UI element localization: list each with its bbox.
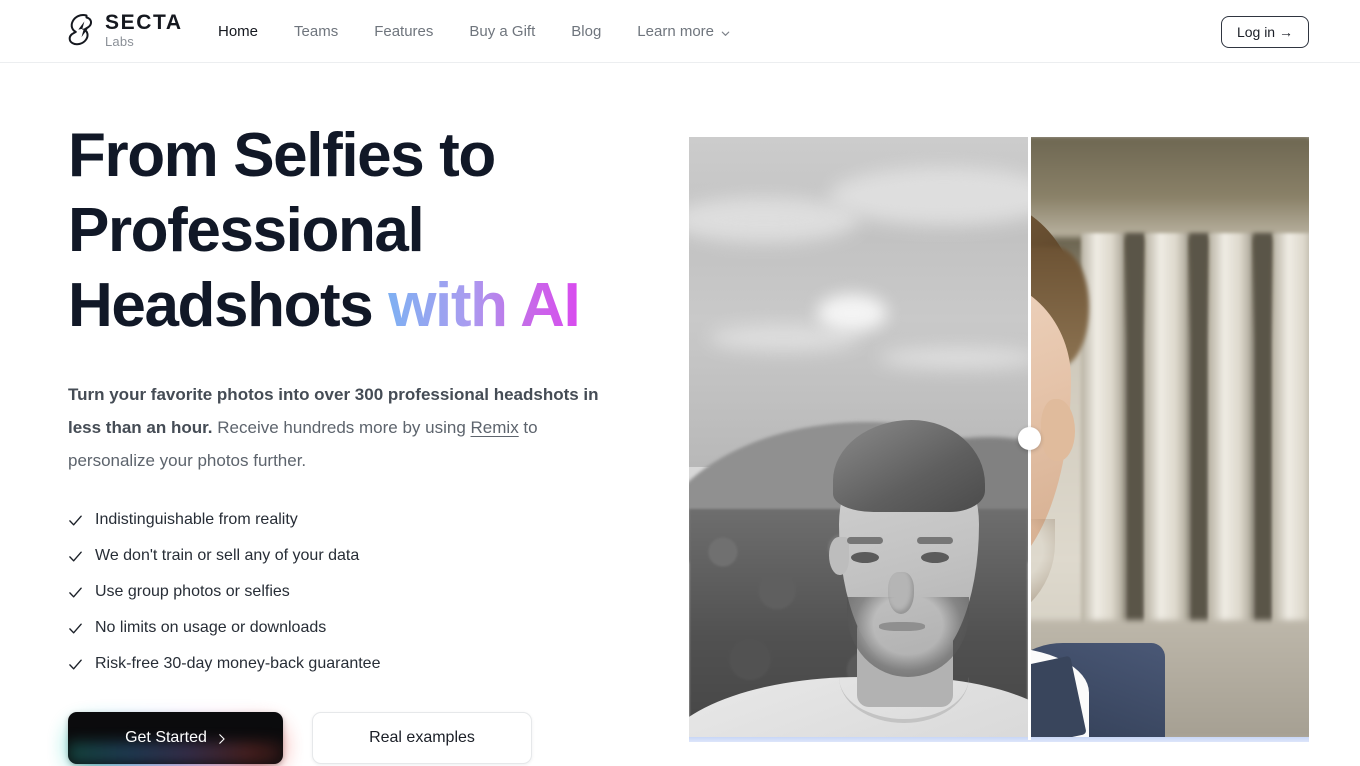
comparison-footer-bar (689, 737, 1309, 742)
pillar (1145, 233, 1189, 663)
nav-item-label: Learn more (637, 23, 715, 40)
feature-label: We don't train or sell any of your data (95, 547, 360, 564)
nav-item-buy-a-gift[interactable]: Buy a Gift (451, 23, 553, 40)
before-after-comparison[interactable] (689, 137, 1309, 740)
pillar-gap (1189, 233, 1209, 663)
brand-logo[interactable]: SECTA Labs (68, 12, 183, 48)
site-header: SECTA Labs Home Teams Features Buy a Gif… (0, 0, 1360, 63)
nav-item-label: Blog (571, 23, 602, 40)
before-image-pane (689, 137, 1028, 740)
feature-label: No limits on usage or downloads (95, 619, 327, 636)
check-icon (68, 585, 83, 600)
cornice (1028, 137, 1309, 237)
after-headshot-image (1028, 137, 1309, 740)
main-nav: Home Teams Features Buy a Gift Blog Lear… (200, 0, 749, 63)
before-selfie-image (689, 137, 1028, 740)
brand-subtitle: Labs (105, 34, 134, 49)
chevron-right-icon (217, 732, 226, 744)
login-button[interactable]: Log in → (1220, 16, 1309, 48)
get-started-wrapper: Get Started (68, 712, 283, 766)
real-examples-button[interactable]: Real examples (312, 712, 532, 764)
page-title: From Selfies to Professional Headshots w… (68, 118, 668, 343)
ear (829, 537, 849, 575)
cta-row: Get Started Real examples (68, 712, 668, 766)
feature-list: Indistinguishable from reality We don't … (68, 502, 668, 682)
list-item: Use group photos or selfies (68, 574, 668, 610)
nav-item-blog[interactable]: Blog (553, 23, 619, 40)
feature-label: Risk-free 30-day money-back guarantee (95, 655, 381, 672)
list-item: No limits on usage or downloads (68, 610, 668, 646)
nav-item-features[interactable]: Features (356, 23, 451, 40)
get-started-label: Get Started (125, 729, 207, 746)
feature-label: Indistinguishable from reality (95, 511, 298, 528)
nav-item-label: Buy a Gift (469, 23, 536, 40)
pillar (1273, 233, 1309, 663)
after-image-pane (1028, 137, 1309, 740)
ear (1041, 399, 1075, 461)
eyebrow (917, 537, 953, 544)
cloud (879, 347, 1028, 369)
check-icon (68, 657, 83, 672)
get-started-button[interactable]: Get Started (68, 712, 283, 764)
feature-label: Use group photos or selfies (95, 583, 290, 600)
nav-item-label: Teams (294, 23, 339, 40)
headline-accent: with AI (388, 271, 581, 340)
pillar-gap (1125, 233, 1145, 663)
mouth (879, 622, 925, 631)
sun-glare (817, 294, 887, 332)
remix-link[interactable]: Remix (471, 418, 519, 437)
nav-item-learn-more[interactable]: Learn more (619, 23, 749, 40)
secta-bolt-logo-icon (68, 13, 98, 47)
list-item: Risk-free 30-day money-back guarantee (68, 646, 668, 682)
check-icon (68, 621, 83, 636)
check-icon (68, 549, 83, 564)
eyebrow (847, 537, 883, 544)
check-icon (68, 513, 83, 528)
subcopy-rest-a: Receive hundreds more by using (212, 418, 471, 437)
hero-content: From Selfies to Professional Headshots w… (68, 118, 668, 766)
nav-item-label: Home (218, 23, 259, 40)
nav-item-label: Features (374, 23, 434, 40)
chevron-down-icon (720, 26, 731, 37)
pillar (1209, 233, 1253, 663)
list-item: Indistinguishable from reality (68, 502, 668, 538)
brand-name: SECTA (105, 11, 183, 34)
eye (851, 552, 879, 563)
list-item: We don't train or sell any of your data (68, 538, 668, 574)
pillar-gap (1253, 233, 1273, 663)
slider-handle-icon[interactable] (1018, 427, 1041, 450)
nav-item-teams[interactable]: Teams (276, 23, 356, 40)
hero-subcopy: Turn your favorite photos into over 300 … (68, 378, 608, 477)
eye (921, 552, 949, 563)
nav-item-home[interactable]: Home (200, 23, 276, 40)
